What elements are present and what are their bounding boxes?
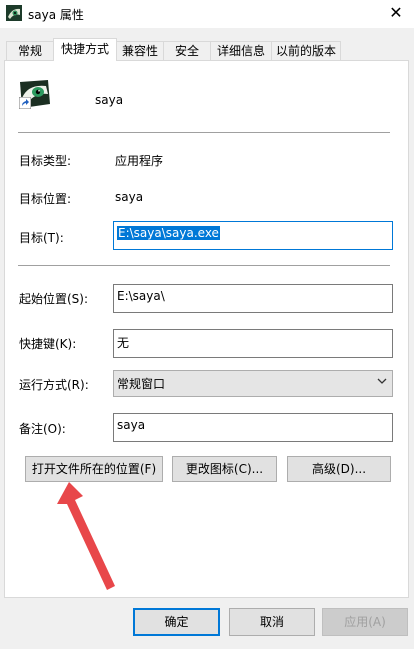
tab-previous-versions[interactable]: 以前的版本 [271,41,341,60]
tab-general[interactable]: 常规 [6,41,54,60]
hotkey-input[interactable]: 无 [113,329,393,358]
run-select-value: 常规窗口 [117,377,166,391]
advanced-button[interactable]: 高级(D)... [287,456,391,482]
tab-shortcut[interactable]: 快捷方式 [53,38,117,61]
title-bar: saya 属性 ✕ [0,0,414,28]
tab-compatibility[interactable]: 兼容性 [116,41,164,60]
target-type-value: 应用程序 [115,154,164,168]
comment-input[interactable]: saya [113,413,393,442]
window-title: saya 属性 [28,8,84,22]
target-type-label: 目标类型: [19,154,72,168]
hotkey-label: 快捷键(K): [19,337,77,351]
tab-details[interactable]: 详细信息 [210,41,272,60]
change-icon-button[interactable]: 更改图标(C)... [172,456,277,482]
run-label: 运行方式(R): [19,378,89,392]
cancel-button[interactable]: 取消 [229,608,315,636]
target-label: 目标(T): [19,231,64,245]
tab-security[interactable]: 安全 [163,41,211,60]
run-select[interactable]: 常规窗口 [113,370,393,397]
start-in-input[interactable]: E:\saya\ [113,284,393,313]
shortcut-name: saya [95,93,124,107]
start-in-label: 起始位置(S): [19,292,89,306]
ok-button[interactable]: 确定 [133,608,220,636]
divider [18,265,390,266]
chevron-down-icon [377,378,387,384]
shortcut-arrow-icon [19,97,31,109]
target-location-label: 目标位置: [19,192,72,206]
comment-label: 备注(O): [19,422,66,436]
close-icon[interactable]: ✕ [384,3,408,23]
target-value: E:\saya\saya.exe [117,226,220,240]
divider [18,132,390,133]
target-location-value: saya [115,190,144,204]
annotation-arrow [57,482,115,590]
target-input[interactable]: E:\saya\saya.exe [113,221,393,250]
apply-button[interactable]: 应用(A) [322,608,408,636]
app-icon [6,5,22,21]
